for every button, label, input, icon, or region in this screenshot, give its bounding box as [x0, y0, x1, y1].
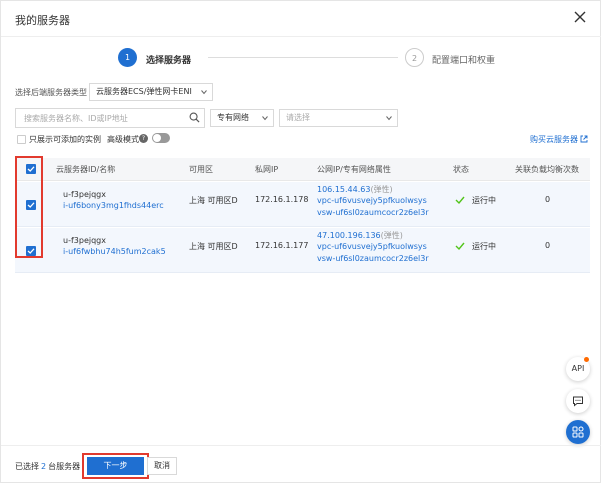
table-row[interactable]: u-f3pejqgx i-uf6fwbhu74h5fum2cak5 上海 可用区…: [15, 228, 590, 273]
buy-server-link[interactable]: 购买云服务器: [530, 134, 588, 145]
vswitch-link[interactable]: vsw-uf6sl0zaumcocr2z6el3r: [317, 254, 429, 263]
dialog-title: 我的服务器: [15, 14, 70, 27]
close-icon[interactable]: [574, 11, 586, 23]
vpc-select[interactable]: 请选择: [279, 109, 398, 127]
vpc-link[interactable]: vpc-uf6vusvejy5pfkuolwsys: [317, 196, 427, 205]
column-header: 私网IP: [255, 165, 279, 174]
api-button[interactable]: API: [566, 357, 590, 381]
status-text: 运行中: [472, 196, 496, 205]
summary-prefix: 已选择: [15, 462, 39, 471]
private-ip: 172.16.1.178: [255, 195, 309, 204]
column-header: 关联负载均衡次数: [515, 165, 579, 174]
step-1-label: 选择服务器: [146, 56, 192, 66]
message-icon: [573, 396, 583, 407]
column-header: 公网IP/专有网络属性: [317, 165, 391, 174]
public-ip-link[interactable]: 106.15.44.63: [317, 185, 370, 194]
api-label: API: [571, 364, 585, 373]
next-button[interactable]: 下一步: [87, 457, 144, 475]
step-2-label: 配置端口和权重: [432, 56, 496, 66]
only-addable-label: 只展示可添加的实例: [29, 135, 101, 144]
server-dialog: 我的服务器 1 选择服务器 2 配置端口和权重 选择后端服务器类型 云服务器EC…: [0, 0, 601, 483]
check-icon: [455, 196, 465, 205]
notification-dot: [584, 357, 589, 362]
vpc-select-placeholder: 请选择: [286, 113, 310, 122]
public-ip-link[interactable]: 47.100.196.136: [317, 231, 381, 240]
chevron-down-icon: [201, 90, 207, 95]
server-type-label: 选择后端服务器类型: [15, 88, 87, 97]
column-header: 状态: [453, 165, 469, 174]
zone: 上海 可用区D: [189, 242, 238, 251]
advanced-mode-label: 高级模式: [107, 135, 139, 144]
chevron-down-icon: [262, 116, 268, 121]
advanced-mode-toggle[interactable]: [152, 133, 170, 143]
summary-suffix: 台服务器: [48, 462, 81, 471]
toggle-knob: [153, 134, 161, 142]
status-text: 运行中: [472, 242, 496, 251]
filter-row: 只展示可添加的实例 高级模式 ? 购买云服务器: [15, 133, 590, 147]
apps-button[interactable]: [566, 420, 590, 444]
table-row[interactable]: u-f3pejqgx i-uf6bony3mg1fhds44erc 上海 可用区…: [15, 182, 590, 227]
column-header: 云服务器ID/名称: [56, 165, 116, 174]
step-1-number: 1: [118, 48, 137, 67]
server-type-select[interactable]: 云服务器ECS/弹性网卡ENI: [89, 83, 213, 101]
server-name: u-f3pejqgx: [63, 190, 106, 199]
check-icon: [455, 242, 465, 251]
column-header: 可用区: [189, 165, 213, 174]
server-name: u-f3pejqgx: [63, 236, 106, 245]
step-connector: [208, 57, 398, 58]
step-2-number: 2: [405, 48, 424, 67]
server-type-value: 云服务器ECS/弹性网卡ENI: [96, 87, 192, 96]
apps-grid-icon: [572, 426, 584, 438]
search-input[interactable]: [15, 108, 205, 128]
buy-server-link-label: 购买云服务器: [530, 135, 578, 144]
lb-count: 0: [545, 241, 551, 250]
checkbox-highlight-frame: [15, 156, 43, 258]
vpc-link[interactable]: vpc-uf6vusvejy5pfkuolwsys: [317, 242, 427, 251]
network-type-select[interactable]: 专有网络: [210, 109, 274, 127]
server-id-link[interactable]: i-uf6bony3mg1fhds44erc: [63, 201, 164, 210]
selected-count: 2: [41, 462, 47, 471]
table-header: 云服务器ID/名称 可用区 私网IP 公网IP/专有网络属性 状态 关联负载均衡…: [15, 158, 590, 181]
only-addable-checkbox[interactable]: [17, 135, 26, 144]
public-ip-tag: (弹性): [380, 231, 403, 240]
search-row: 专有网络 请选择: [15, 108, 405, 128]
search-icon[interactable]: [189, 112, 200, 123]
server-id-link[interactable]: i-uf6fwbhu74h5fum2cak5: [63, 247, 166, 256]
step-indicator: 1 选择服务器 2 配置端口和权重: [1, 45, 601, 73]
chevron-down-icon: [386, 116, 392, 121]
help-icon[interactable]: ?: [139, 134, 148, 143]
dialog-header: 我的服务器: [1, 1, 601, 37]
selection-summary: 已选择 2 台服务器: [15, 461, 80, 472]
private-ip: 172.16.1.177: [255, 241, 309, 250]
external-link-icon: [580, 135, 588, 143]
public-ip-tag: (弹性): [370, 185, 393, 194]
lb-count: 0: [545, 195, 551, 204]
vswitch-link[interactable]: vsw-uf6sl0zaumcocr2z6el3r: [317, 208, 429, 217]
message-button[interactable]: [566, 389, 590, 413]
zone: 上海 可用区D: [189, 196, 238, 205]
cancel-button[interactable]: 取消: [147, 457, 177, 475]
dialog-footer: 已选择 2 台服务器 下一步 取消: [1, 445, 601, 483]
network-type-value: 专有网络: [217, 113, 249, 122]
